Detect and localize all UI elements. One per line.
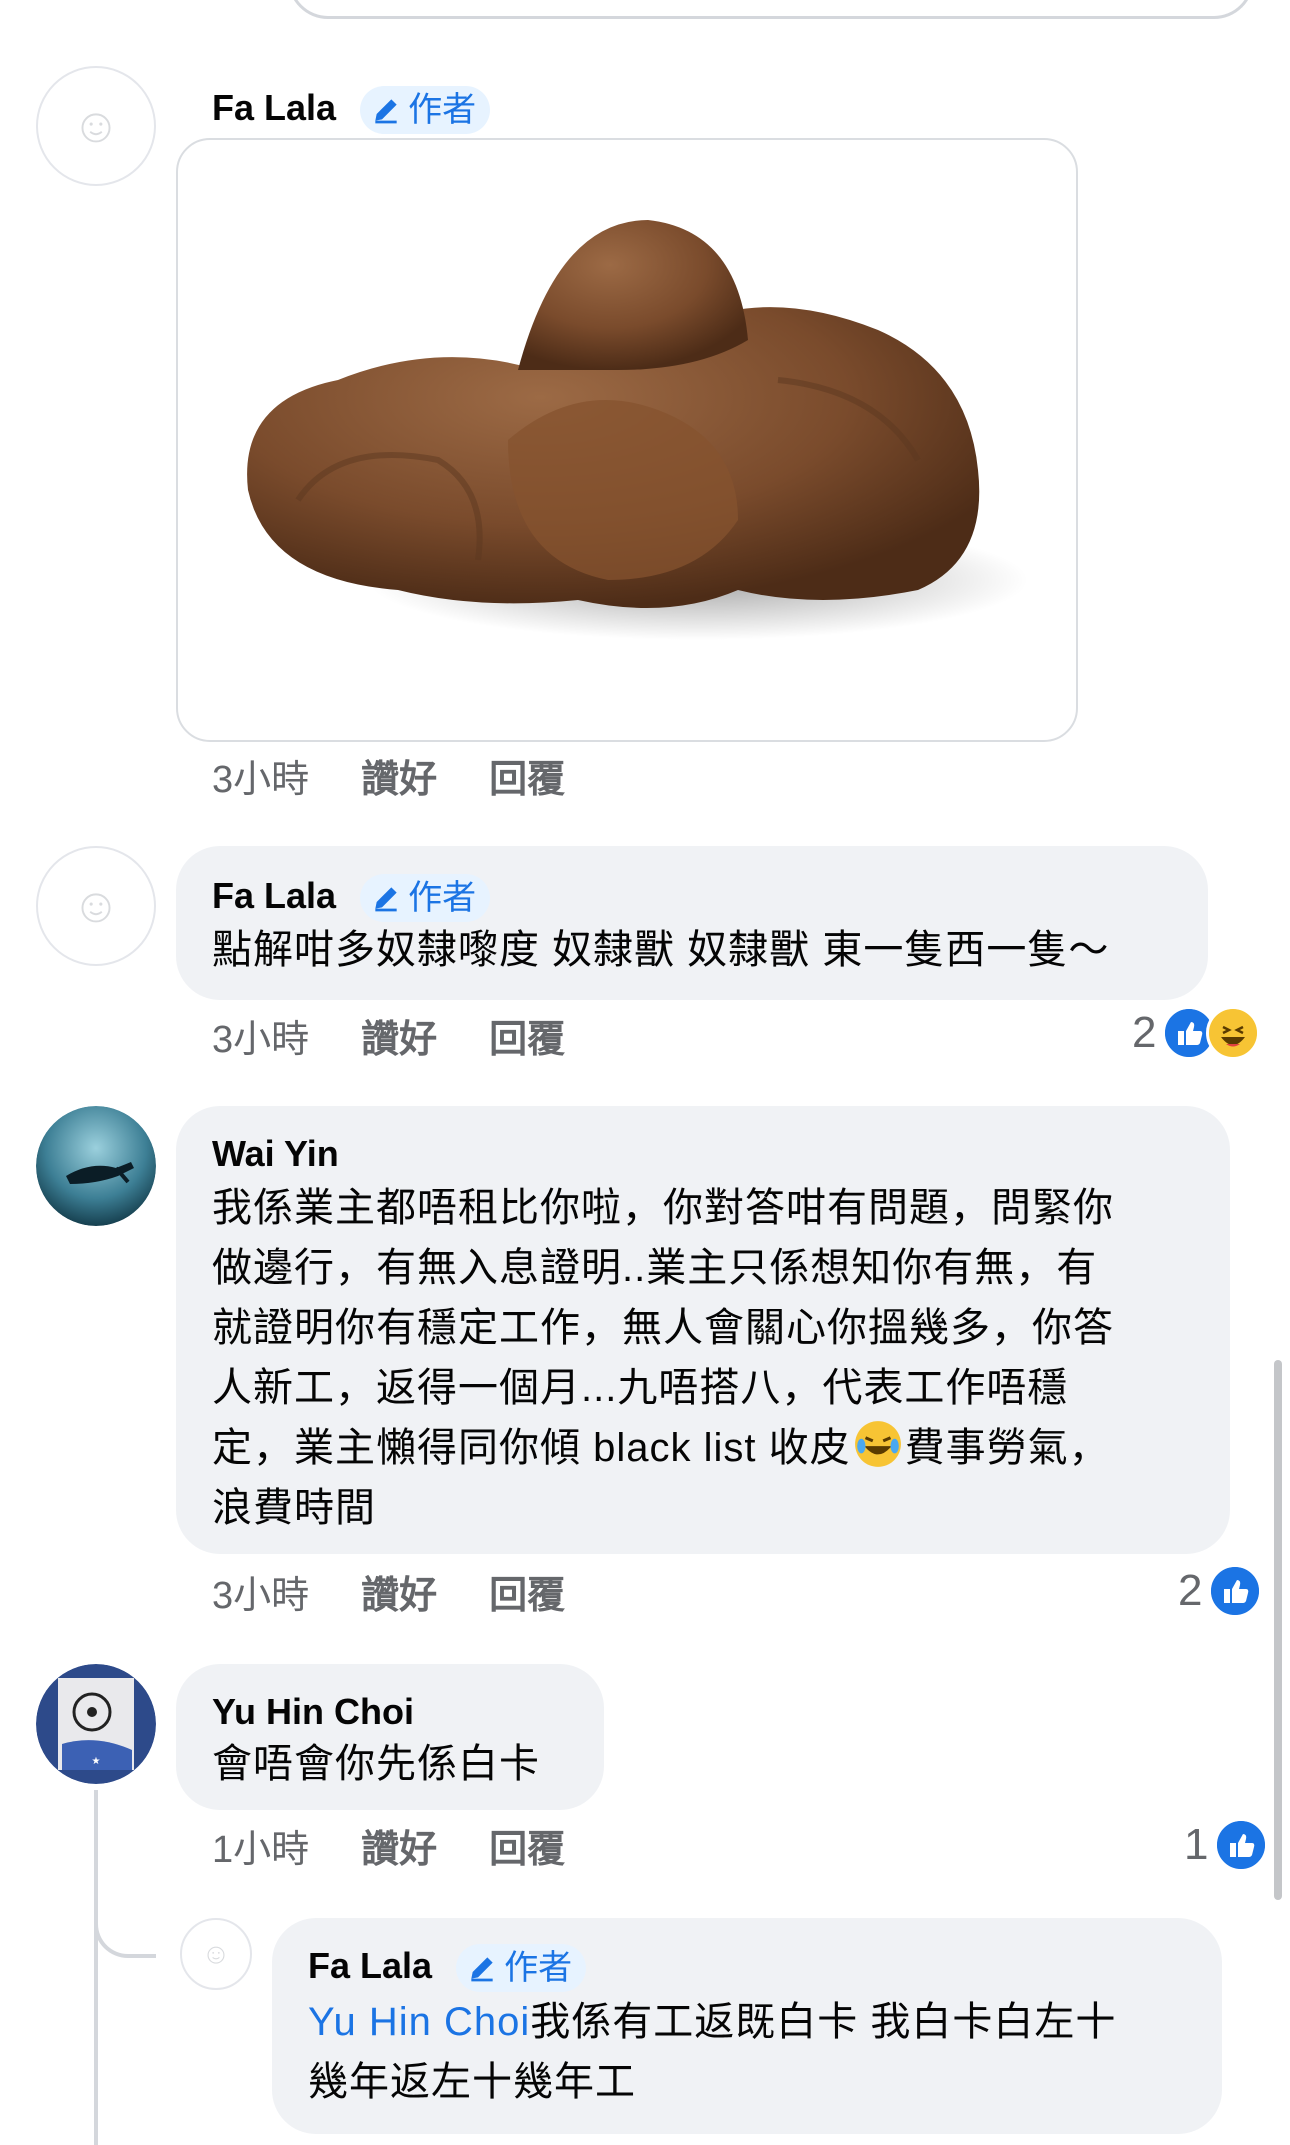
avatar-placeholder-icon bbox=[39, 69, 153, 183]
reaction-count: 1 bbox=[1184, 1820, 1209, 1869]
reply-button[interactable]: 回覆 bbox=[489, 1018, 565, 1062]
like-icon bbox=[1214, 1818, 1269, 1872]
haha-icon bbox=[1206, 1006, 1261, 1060]
timestamp[interactable]: 3小時 bbox=[212, 758, 309, 802]
timestamp[interactable]: 3小時 bbox=[212, 1574, 309, 1618]
reply-button[interactable]: 回覆 bbox=[489, 758, 565, 802]
reaction-count: 2 bbox=[1178, 1566, 1203, 1615]
like-button[interactable]: 讚好 bbox=[361, 1574, 437, 1618]
reply-button[interactable]: 回覆 bbox=[489, 1574, 565, 1618]
comment-text-line: 人新工，返得一個月...九唔搭八，代表工作唔穩 bbox=[212, 1366, 1069, 1410]
reaction-summary[interactable]: 2 bbox=[1178, 1564, 1263, 1618]
pencil-icon bbox=[375, 887, 397, 912]
comment-author[interactable]: Fa Lala 作者 bbox=[308, 1944, 587, 1993]
avatar[interactable] bbox=[36, 846, 156, 966]
comment-bubble[interactable]: Wai Yin 我係業主都唔租比你啦，你對答咁有問題，問緊你 做邊行，有無入息證… bbox=[176, 1106, 1230, 1554]
scrollbar[interactable] bbox=[1274, 1360, 1282, 1900]
comment-text: 會唔會你先係白卡 bbox=[212, 1742, 540, 1786]
like-button[interactable]: 讚好 bbox=[361, 758, 437, 802]
comment-actions: 3小時 讚好 回覆 bbox=[212, 1018, 565, 1062]
reaction-summary[interactable]: 1 bbox=[1184, 1818, 1269, 1872]
like-button[interactable]: 讚好 bbox=[361, 1018, 437, 1062]
comment-text: 我係業主都唔租比你啦，你對答咁有問題，問緊你 做邊行，有無入息證明..業主只係想… bbox=[212, 1178, 1212, 1538]
avatar[interactable] bbox=[36, 66, 156, 186]
avatar-photo: ★ bbox=[36, 1664, 156, 1784]
timestamp[interactable]: 1小時 bbox=[212, 1828, 309, 1872]
laughing-emoji-icon bbox=[854, 1421, 901, 1467]
author-badge: 作者 bbox=[456, 1944, 587, 1993]
avatar-placeholder-icon bbox=[183, 1921, 249, 1987]
comment-text-line: 浪費時間 bbox=[212, 1486, 376, 1530]
comment-text: Yu Hin Choi我係有工返既白卡 我白卡白左十 幾年返左十幾年工 bbox=[308, 1992, 1208, 2112]
thread-connector bbox=[94, 1890, 156, 1958]
comment-author[interactable]: Fa Lala 作者 bbox=[212, 874, 491, 923]
pencil-icon bbox=[471, 1957, 493, 1982]
author-badge: 作者 bbox=[360, 874, 491, 923]
thread-line bbox=[94, 1790, 98, 2145]
comment-text-line: Yu Hin Choi我係有工返既白卡 我白卡白左十 bbox=[308, 2000, 1117, 2044]
avatar-diver-photo bbox=[36, 1106, 156, 1226]
like-icon bbox=[1208, 1564, 1263, 1618]
mention-link[interactable]: Yu Hin Choi bbox=[308, 2000, 530, 2044]
comment-actions: 3小時 讚好 回覆 bbox=[212, 1574, 565, 1618]
avatar[interactable]: ★ bbox=[36, 1664, 156, 1784]
comment-bubble[interactable]: Fa Lala 作者 點解咁多奴隸嚟度 奴隸獸 奴隸獸 東一隻西一隻～ bbox=[176, 846, 1208, 1000]
comment-actions: 3小時 讚好 回覆 bbox=[212, 758, 565, 802]
comment-author[interactable]: Wai Yin bbox=[212, 1132, 339, 1176]
reply-button[interactable]: 回覆 bbox=[489, 1828, 565, 1872]
previous-comment-edge bbox=[288, 0, 1254, 19]
comment-photo[interactable] bbox=[176, 138, 1078, 742]
comment-bubble[interactable]: Yu Hin Choi 會唔會你先係白卡 bbox=[176, 1664, 604, 1810]
reply-bubble[interactable]: Fa Lala 作者 Yu Hin Choi我係有工返既白卡 我白卡白左十 幾年… bbox=[272, 1918, 1222, 2134]
reaction-summary[interactable]: 2 bbox=[1132, 1006, 1261, 1060]
comment-text-line: 做邊行，有無入息證明..業主只係想知你有無，有 bbox=[212, 1246, 1098, 1290]
comment-author[interactable]: Yu Hin Choi bbox=[212, 1690, 414, 1734]
pencil-icon bbox=[375, 99, 397, 124]
reaction-count: 2 bbox=[1132, 1008, 1157, 1057]
comment-author[interactable]: Fa Lala 作者 bbox=[212, 86, 491, 135]
poop-image bbox=[247, 220, 1028, 640]
comment-actions: 1小時 讚好 回覆 bbox=[212, 1828, 565, 1872]
avatar[interactable] bbox=[36, 1106, 156, 1226]
comment-text-line: 就證明你有穩定工作，無人會關心你搵幾多，你答 bbox=[212, 1306, 1114, 1350]
comment-text: 點解咁多奴隸嚟度 奴隸獸 奴隸獸 東一隻西一隻～ bbox=[212, 928, 1110, 972]
comment-text-line: 我係業主都唔租比你啦，你對答咁有問題，問緊你 bbox=[212, 1186, 1114, 1230]
avatar-placeholder-icon bbox=[39, 849, 153, 963]
like-button[interactable]: 讚好 bbox=[361, 1828, 437, 1872]
comment-text-line: 幾年返左十幾年工 bbox=[308, 2060, 636, 2104]
author-badge: 作者 bbox=[360, 86, 491, 135]
timestamp[interactable]: 3小時 bbox=[212, 1018, 309, 1062]
comment-text-line: 定，業主懶得同你傾 black list 收皮 費事勞氣， bbox=[212, 1418, 1212, 1478]
avatar[interactable] bbox=[180, 1918, 252, 1990]
svg-text:★: ★ bbox=[92, 1756, 101, 1767]
